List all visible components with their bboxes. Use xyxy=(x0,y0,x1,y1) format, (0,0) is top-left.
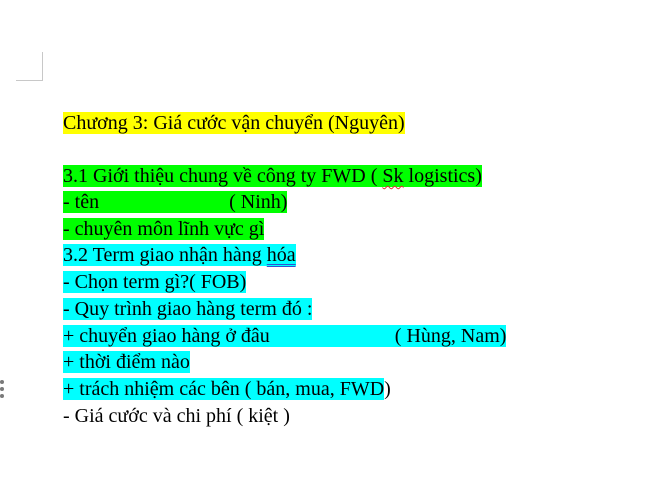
quy-trinh-line[interactable]: - Quy trình giao hàng term đó : xyxy=(43,270,313,320)
trach-nhiem-end: ) xyxy=(384,378,391,400)
chuyen-giao-owner: ( Hùng, Nam) xyxy=(394,325,507,347)
chon-term-line[interactable]: - Chọn term gì?( FOB) xyxy=(43,243,247,293)
trach-nhiem-line[interactable]: + trách nhiệm các bên ( bán, mua, FWD) xyxy=(43,350,391,400)
chuyen-giao-line[interactable]: + chuyển giao hàng ở đâu ( Hùng, Nam) xyxy=(43,297,507,347)
gia-cuoc-line[interactable]: - Giá cước và chi phí ( kiệt ) xyxy=(43,377,290,427)
thoi-diem-line[interactable]: + thời điểm nào xyxy=(43,323,190,373)
chuyen-mon-line[interactable]: - chuyên môn lĩnh vực gì xyxy=(43,190,265,240)
section-3-1-line[interactable]: 3.1 Giới thiệu chung về công ty FWD ( Sk… xyxy=(43,137,482,187)
margin-corner-mark-vertical xyxy=(42,52,43,80)
drag-handle-icon[interactable] xyxy=(0,380,6,402)
section-3-2-hoa: hóa xyxy=(266,244,296,266)
section-3-2-line[interactable]: 3.2 Term giao nhận hàng hóa xyxy=(43,216,296,266)
ten-line[interactable]: - tên ( Ninh) xyxy=(43,163,288,213)
section-3-1-suffix: logistics) xyxy=(403,165,482,187)
section-3-1-sk: Sk xyxy=(382,165,404,187)
chuyen-giao-gap xyxy=(269,325,395,347)
gia-cuoc-text: - Giá cước và chi phí ( kiệt ) xyxy=(63,405,290,427)
chapter-heading: Chương 3: Giá cước vận chuyển (Nguyên) xyxy=(63,112,405,134)
margin-corner-mark-horizontal xyxy=(16,80,43,81)
document-page[interactable]: Chương 3: Giá cước vận chuyển (Nguyên) 3… xyxy=(0,0,665,488)
chapter-heading-line[interactable]: Chương 3: Giá cước vận chuyển (Nguyên) xyxy=(43,84,405,134)
